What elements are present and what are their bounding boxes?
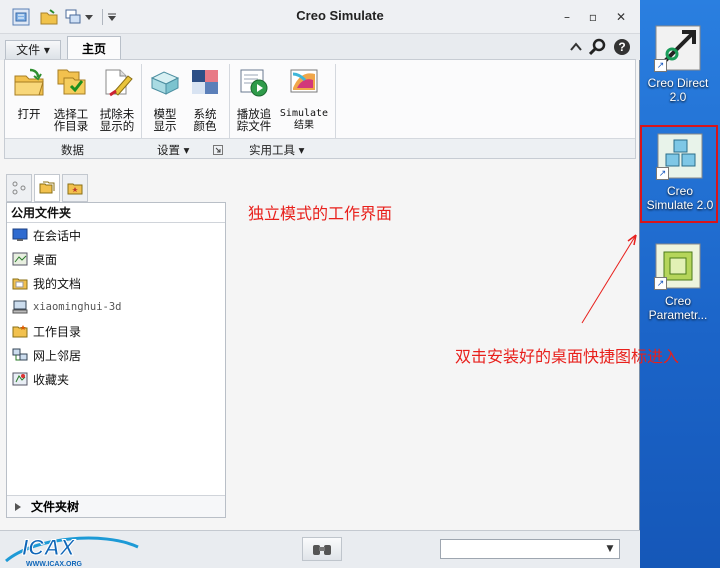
folder-tree-toggle[interactable]: 文件夹树	[7, 495, 225, 517]
model-tree-icon	[12, 181, 26, 195]
navigator-tabs	[6, 174, 226, 202]
system-colors-icon	[192, 70, 218, 94]
nav-item-label: 网上邻居	[33, 348, 82, 363]
my-documents-icon	[11, 275, 29, 291]
open-folder-icon	[14, 68, 44, 96]
play-trail-icon	[240, 69, 268, 97]
folder-browser-icon	[39, 181, 55, 194]
ribbon-panel: 打开 选择工 作目录 拭除未 显示的 模型 显示 系统 颜色 播放追 踪文件 S…	[4, 59, 636, 159]
simulate-results-label: Simulate 结果	[279, 108, 329, 131]
group-settings-dropdown[interactable]: 设置 ▾	[157, 142, 189, 158]
folder-navigator-panel: 公用文件夹 在会话中 桌面 我的文档 xiaominghui-3d 工作目录 网…	[6, 202, 226, 518]
desktop-shortcut-creo-direct[interactable]: ↗ Creo Direct 2.0	[641, 24, 715, 104]
icax-logo: ICAX WWW.ICAX.ORG	[4, 531, 144, 568]
nav-item-label: 桌面	[33, 252, 58, 267]
window-switch-dropdown-icon[interactable]	[82, 6, 96, 28]
nav-item-my-documents[interactable]: 我的文档	[7, 271, 225, 295]
chevron-down-icon: ▼	[606, 544, 614, 554]
in-session-icon	[11, 227, 29, 243]
maximize-button[interactable]: ▫	[582, 7, 604, 27]
select-working-directory-button[interactable]: 选择工 作目录	[51, 66, 91, 132]
title-bar: Creo Simulate – ▫ ✕	[0, 0, 640, 34]
network-icon	[11, 347, 29, 363]
desktop-icon-label: Creo Direct 2.0	[647, 76, 709, 104]
simulate-results-icon	[290, 69, 318, 93]
nav-item-in-session[interactable]: 在会话中	[7, 223, 225, 247]
annotation-double-click: 双击安装好的桌面快捷图标进入	[455, 347, 680, 366]
window-title: Creo Simulate	[296, 8, 384, 23]
collapse-ribbon-icon[interactable]	[566, 38, 586, 56]
erase-not-displayed-icon	[105, 69, 133, 97]
customize-toolbar-icon[interactable]	[104, 6, 120, 28]
app-menu-icon[interactable]	[10, 6, 32, 28]
creo-simulate-icon: ↗	[656, 132, 704, 180]
favorites-tab[interactable]	[62, 174, 88, 202]
nav-item-label: 工作目录	[33, 324, 82, 339]
status-bar: ICAX WWW.ICAX.ORG ▼	[0, 530, 640, 568]
creo-parametric-icon: ↗	[654, 242, 702, 290]
binoculars-button[interactable]	[302, 537, 342, 561]
model-tree-tab[interactable]	[6, 174, 32, 202]
file-menu-tab[interactable]: 文件 ▾	[5, 40, 61, 60]
nav-item-working-directory[interactable]: 工作目录	[7, 319, 225, 343]
desktop-icon	[11, 251, 29, 267]
folder-tree-label: 文件夹树	[31, 500, 80, 514]
open-button[interactable]: 打开	[11, 66, 47, 120]
annotation-arrow	[581, 234, 637, 324]
help-icon[interactable]: ?	[612, 38, 632, 56]
model-display-icon	[150, 71, 180, 95]
svg-text:?: ?	[618, 40, 625, 54]
expand-arrow-icon	[15, 502, 21, 511]
app-window: Creo Simulate – ▫ ✕ 文件 ▾ 主页 ? 打开 选择工 作目录…	[0, 0, 640, 568]
nav-item-label: 我的文档	[33, 276, 82, 291]
play-trail-file-label: 播放追 踪文件	[236, 107, 272, 133]
annotation-standalone-mode: 独立模式的工作界面	[248, 204, 393, 223]
desktop-icon-label: Creo Simulate 2.0	[646, 184, 714, 212]
erase-not-displayed-label: 拭除未 显示的	[99, 107, 135, 133]
select-working-directory-label: 选择工 作目录	[53, 107, 89, 133]
play-trail-file-button[interactable]: 播放追 踪文件	[233, 66, 275, 132]
nav-item-favorites[interactable]: 收藏夹	[7, 367, 225, 391]
window-switch-icon[interactable]	[62, 6, 84, 28]
minimize-button[interactable]: –	[556, 7, 578, 27]
group-tools-dropdown[interactable]: 实用工具 ▾	[249, 142, 304, 158]
common-folders-header: 公用文件夹	[7, 203, 225, 223]
erase-not-displayed-button[interactable]: 拭除未 显示的	[97, 66, 137, 132]
nav-item-computer[interactable]: xiaominghui-3d	[7, 295, 225, 319]
working-directory-icon	[11, 323, 29, 339]
nav-item-label: 收藏夹	[33, 372, 70, 387]
search-icon[interactable]	[588, 38, 608, 56]
model-display-label: 模型 显示	[153, 107, 177, 133]
tab-home[interactable]: 主页	[67, 36, 121, 61]
dialog-launcher-icon[interactable]	[213, 144, 223, 155]
close-button[interactable]: ✕	[610, 7, 632, 27]
model-display-button[interactable]: 模型 显示	[147, 66, 183, 132]
desktop-icon-label: Creo Parametr...	[648, 294, 708, 322]
computer-icon	[11, 299, 29, 315]
folder-browser-tab[interactable]	[34, 174, 60, 202]
group-data-label: 数据	[61, 143, 84, 157]
svg-text:WWW.ICAX.ORG: WWW.ICAX.ORG	[26, 561, 83, 568]
ribbon-tab-row: 文件 ▾ 主页 ?	[0, 34, 640, 61]
nav-item-desktop[interactable]: 桌面	[7, 247, 225, 271]
ribbon-group-bar: 数据 设置 ▾ 实用工具 ▾	[5, 138, 635, 158]
nav-item-network[interactable]: 网上邻居	[7, 343, 225, 367]
favorites-icon	[11, 371, 29, 387]
nav-item-label: 在会话中	[33, 228, 82, 243]
nav-item-label: xiaominghui-3d	[33, 301, 122, 313]
open-folder-icon[interactable]	[38, 6, 60, 28]
svg-text:ICAX: ICAX	[22, 535, 76, 560]
select-workdir-icon	[57, 69, 86, 95]
system-colors-label: 系统 颜色	[193, 107, 217, 133]
simulate-results-button[interactable]: Simulate 结果	[277, 66, 331, 132]
binoculars-icon	[313, 545, 331, 555]
system-colors-button[interactable]: 系统 颜色	[187, 66, 223, 132]
selection-filter-dropdown[interactable]: ▼	[440, 539, 620, 559]
creo-direct-icon: ↗	[654, 24, 702, 72]
desktop-shortcut-creo-parametric[interactable]: ↗ Creo Parametr...	[641, 242, 715, 322]
favorites-folder-icon	[67, 183, 83, 195]
desktop-shortcut-creo-simulate[interactable]: ↗ Creo Simulate 2.0	[643, 132, 717, 212]
open-label: 打开	[17, 107, 41, 121]
